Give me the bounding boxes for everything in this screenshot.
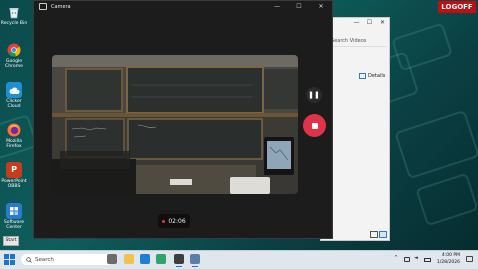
large-icons-view-icon[interactable] (379, 231, 387, 238)
pause-button[interactable]: ❚❚ (306, 87, 322, 103)
camera-taskbar-icon[interactable] (174, 254, 184, 267)
details-pane-icon (359, 73, 366, 79)
recording-timer: 02:06 (158, 214, 190, 228)
desktop-icon-recycle-bin[interactable]: Recycle Bin (0, 4, 28, 26)
camera-window: Camera — ☐ ✕ ❚❚ 02:06 (33, 0, 333, 239)
search-videos-input[interactable]: Search Videos (327, 36, 387, 47)
network-icon[interactable] (404, 257, 410, 262)
taskbar-search-box[interactable]: Search (21, 254, 113, 265)
desktop-icon-firefox[interactable]: Mozilla Firefox (0, 122, 28, 150)
camera-app-icon (39, 3, 47, 10)
view-toggle (370, 231, 387, 238)
minimize-button[interactable]: — (266, 1, 288, 12)
recycle-bin-icon (6, 4, 22, 20)
clock-time: 4:00 PM (441, 253, 460, 258)
task-view-icon[interactable] (107, 254, 117, 264)
pause-icon: ❚❚ (308, 91, 320, 99)
search-icon (26, 256, 32, 263)
window-title: Camera (51, 3, 71, 10)
desktop-icon-software-center[interactable]: Software Center (0, 203, 28, 231)
software-center-icon (6, 203, 22, 219)
camera-titlebar: Camera — ☐ ✕ (34, 1, 332, 12)
maximize-button[interactable]: ☐ (288, 1, 310, 12)
app-taskbar-icon[interactable] (190, 254, 200, 267)
edge-icon[interactable] (140, 254, 150, 264)
minimize-button[interactable]: — (350, 18, 363, 28)
maximize-button[interactable]: ☐ (363, 18, 376, 28)
stop-recording-button[interactable] (303, 114, 326, 137)
taskbar: Search ^ ◄ 4:00 PM 1/28/2026 (0, 250, 478, 269)
desktop-icon-clicker-cloud[interactable]: Clicker Cloud (0, 82, 28, 110)
details-view-icon[interactable] (370, 231, 378, 238)
desktop-icon-chrome[interactable]: Google Chrome (0, 42, 28, 70)
clock-date: 1/28/2026 (436, 260, 460, 265)
windows-start-button[interactable] (4, 254, 15, 265)
powerpoint-icon: P (6, 162, 22, 178)
logoff-button[interactable]: LOGOFF (438, 1, 476, 13)
desktop-icon-powerpoint[interactable]: P PowerPoint OBBS (0, 162, 28, 190)
chevron-up-icon[interactable]: ^ (394, 255, 398, 261)
taskbar-clock[interactable]: 4:00 PM 1/28/2026 (437, 252, 460, 266)
clicker-cloud-icon (6, 82, 22, 98)
close-button[interactable]: ✕ (376, 18, 389, 28)
camera-preview (52, 55, 298, 194)
notification-icon[interactable] (466, 256, 473, 262)
store-icon[interactable] (156, 254, 166, 264)
classroom-video-frame (52, 55, 298, 194)
battery-icon[interactable] (424, 258, 431, 262)
recording-dot-icon (162, 219, 166, 223)
close-button[interactable]: ✕ (310, 1, 332, 12)
start-shortcut-button[interactable]: Start (3, 236, 19, 246)
details-button[interactable]: Details (359, 73, 385, 79)
file-explorer-icon[interactable] (124, 254, 134, 264)
volume-icon[interactable]: ◄ (414, 255, 418, 261)
chrome-icon (6, 42, 22, 58)
stop-icon (311, 122, 318, 129)
firefox-icon (6, 122, 22, 138)
